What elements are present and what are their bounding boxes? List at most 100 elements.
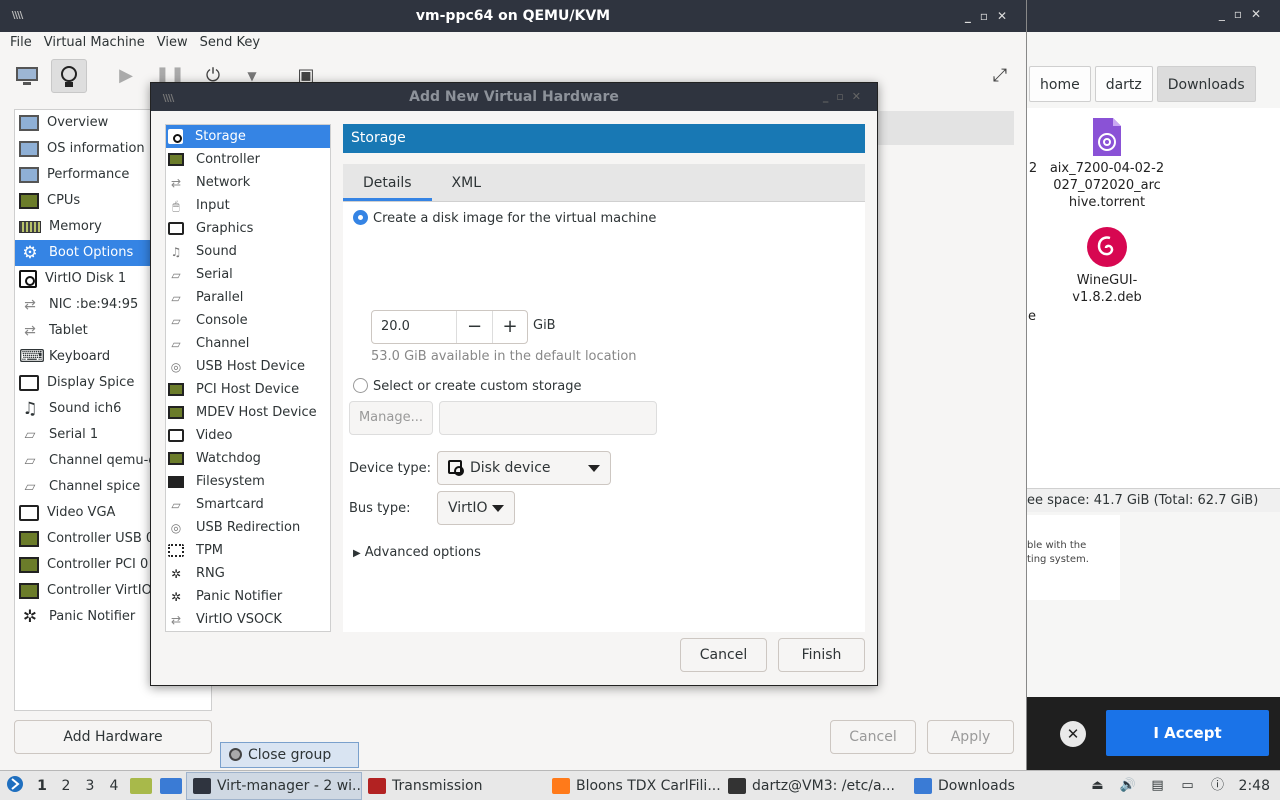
hardware-type-item[interactable]: ✲ RNG xyxy=(166,562,330,585)
breadcrumb-downloads[interactable]: Downloads xyxy=(1156,66,1256,102)
apply-button[interactable]: Apply xyxy=(927,720,1014,754)
cancel-button[interactable]: Cancel xyxy=(830,720,916,754)
hardware-type-item[interactable]: PCI Host Device xyxy=(166,378,330,401)
add-hardware-button[interactable]: Add Hardware xyxy=(14,720,212,754)
accept-button[interactable]: I Accept xyxy=(1106,710,1269,756)
radio-selected-icon[interactable] xyxy=(353,210,368,225)
workspace-2[interactable]: 2 xyxy=(54,778,78,794)
run-button[interactable]: ▶ xyxy=(108,59,144,93)
hardware-type-item[interactable]: Watchdog xyxy=(166,447,330,470)
workspace-3[interactable]: 3 xyxy=(78,778,102,794)
vm-titlebar: \\\\ vm-ppc64 on QEMU/KVM _▫✕ xyxy=(0,0,1026,32)
file-manager-lower xyxy=(1027,600,1280,697)
hardware-type-item[interactable]: ⏥ Parallel xyxy=(166,286,330,309)
create-disk-option[interactable]: Create a disk image for the virtual mach… xyxy=(353,210,656,226)
taskbar-task[interactable]: dartz@VM3: /etc/a... xyxy=(722,772,908,800)
hardware-type-label: PCI Host Device xyxy=(196,382,300,397)
storage-path-input[interactable] xyxy=(439,401,657,435)
hardware-type-item[interactable]: ♫ Sound xyxy=(166,240,330,263)
clipboard-icon[interactable]: ▤ xyxy=(1149,778,1167,794)
taskbar-task[interactable]: Downloads xyxy=(908,772,1018,800)
hardware-type-item[interactable]: Storage xyxy=(166,125,330,148)
menu-bar: File Virtual Machine View Send Key xyxy=(0,32,1026,54)
menu-virtual-machine[interactable]: Virtual Machine xyxy=(38,32,151,54)
file-item[interactable]: WineGUI- v1.8.2.deb xyxy=(1042,226,1172,306)
lightbulb-icon xyxy=(61,66,77,87)
breadcrumb-home[interactable]: home xyxy=(1029,66,1091,102)
cancel-button[interactable]: Cancel xyxy=(680,638,767,672)
decrease-button[interactable]: − xyxy=(456,311,492,343)
increase-button[interactable]: + xyxy=(492,311,527,343)
file-view: 2 aix_7200-04-02-2 027_072020_arc hive.t… xyxy=(1027,108,1280,488)
taskbar-task[interactable]: Bloons TDX CarlFili... xyxy=(546,772,722,800)
hardware-type-item[interactable]: ✲ Panic Notifier xyxy=(166,585,330,608)
fullscreen-button[interactable]: ⤢ xyxy=(982,59,1018,93)
hardware-type-item[interactable]: ⏥ Channel xyxy=(166,332,330,355)
disk-size-input[interactable]: 20.0 xyxy=(381,319,410,334)
tab-details[interactable]: Details xyxy=(343,164,432,201)
tab-xml[interactable]: XML xyxy=(432,164,501,201)
hardware-type-item[interactable]: ◎ USB Redirection xyxy=(166,516,330,539)
window-menu-icon[interactable]: \\\\ xyxy=(159,92,177,106)
hardware-type-item[interactable]: 🖱 Input xyxy=(166,194,330,217)
hardware-type-item[interactable]: ⏥ Console xyxy=(166,309,330,332)
hardware-type-item[interactable]: ⇄ VirtIO VSOCK xyxy=(166,608,330,631)
bus-type-value: VirtIO xyxy=(448,500,488,516)
hardware-type-item[interactable]: Video xyxy=(166,424,330,447)
device-type-value: Disk device xyxy=(470,460,551,476)
eject-icon[interactable]: ⏏ xyxy=(1089,778,1107,794)
channel-icon: ⏥ xyxy=(24,453,36,469)
start-menu-icon[interactable] xyxy=(0,775,30,797)
sidebar-item-label: Keyboard xyxy=(49,349,111,364)
chevron-right-icon: ▶ xyxy=(353,548,361,559)
bus-type-dropdown[interactable]: VirtIO xyxy=(437,491,515,525)
custom-storage-option[interactable]: Select or create custom storage xyxy=(353,378,581,394)
menu-view[interactable]: View xyxy=(151,32,194,54)
radio-unselected-icon[interactable] xyxy=(353,378,368,393)
file-manager-launcher-icon[interactable] xyxy=(130,777,152,794)
clock[interactable]: 2:48 xyxy=(1239,778,1270,794)
vsock-icon: ⇄ xyxy=(170,612,182,627)
window-controls[interactable]: _▫✕ xyxy=(965,0,1016,32)
volume-icon[interactable]: 🔊 xyxy=(1119,778,1137,794)
device-type-dropdown[interactable]: Disk device xyxy=(437,451,611,485)
finish-button[interactable]: Finish xyxy=(778,638,865,672)
advanced-options-expander[interactable]: ▶ Advanced options xyxy=(353,545,481,560)
hardware-type-label: Serial xyxy=(196,267,233,282)
hardware-type-label: TPM xyxy=(196,543,223,558)
bus-type-label: Bus type: xyxy=(349,501,411,516)
details-view-button[interactable] xyxy=(51,59,87,93)
hardware-type-item[interactable]: MDEV Host Device xyxy=(166,401,330,424)
network-icon[interactable]: ▭ xyxy=(1179,778,1197,794)
close-group-tooltip[interactable]: Close group xyxy=(220,742,359,768)
workspace-4[interactable]: 4 xyxy=(102,778,126,794)
hardware-type-item[interactable]: ⏥ Smartcard xyxy=(166,493,330,516)
window-controls[interactable]: _▫✕ xyxy=(823,83,869,111)
hardware-type-item[interactable]: ◎ USB Host Device xyxy=(166,355,330,378)
breadcrumb-dartz[interactable]: dartz xyxy=(1094,66,1153,102)
sidebar-item-label: Memory xyxy=(49,219,102,234)
hardware-type-item[interactable]: ⇄ Network xyxy=(166,171,330,194)
menu-file[interactable]: File xyxy=(4,32,38,54)
window-menu-icon[interactable]: \\\\ xyxy=(8,9,26,23)
taskbar-task[interactable]: Virt-manager - 2 wi... xyxy=(186,771,362,800)
window-controls[interactable]: _▫✕ xyxy=(1219,7,1270,21)
close-icon[interactable]: ✕ xyxy=(1060,721,1086,747)
panic-icon: ✲ xyxy=(170,589,182,604)
sidebar-item-label: Performance xyxy=(47,167,130,182)
console-view-button[interactable] xyxy=(9,59,45,93)
workspace-1[interactable]: 1 xyxy=(30,778,54,794)
hardware-type-item[interactable]: TPM xyxy=(166,539,330,562)
window-title: vm-ppc64 on QEMU/KVM xyxy=(415,8,611,24)
taskbar-task[interactable]: Transmission xyxy=(362,772,546,800)
hardware-type-item[interactable]: ⏥ Serial xyxy=(166,263,330,286)
menu-send-key[interactable]: Send Key xyxy=(194,32,266,54)
update-notifier-icon[interactable]: ⓘ xyxy=(1209,778,1227,794)
manage-button[interactable]: Manage... xyxy=(349,401,433,435)
desktop-icon[interactable] xyxy=(160,777,182,794)
hardware-type-item[interactable]: Graphics xyxy=(166,217,330,240)
system-tray: ⏏ 🔊 ▤ ▭ ⓘ 2:48 xyxy=(1089,778,1280,794)
hardware-type-item[interactable]: Controller xyxy=(166,148,330,171)
hardware-type-item[interactable]: Filesystem xyxy=(166,470,330,493)
file-item[interactable]: aix_7200-04-02-2 027_072020_arc hive.tor… xyxy=(1042,116,1172,211)
